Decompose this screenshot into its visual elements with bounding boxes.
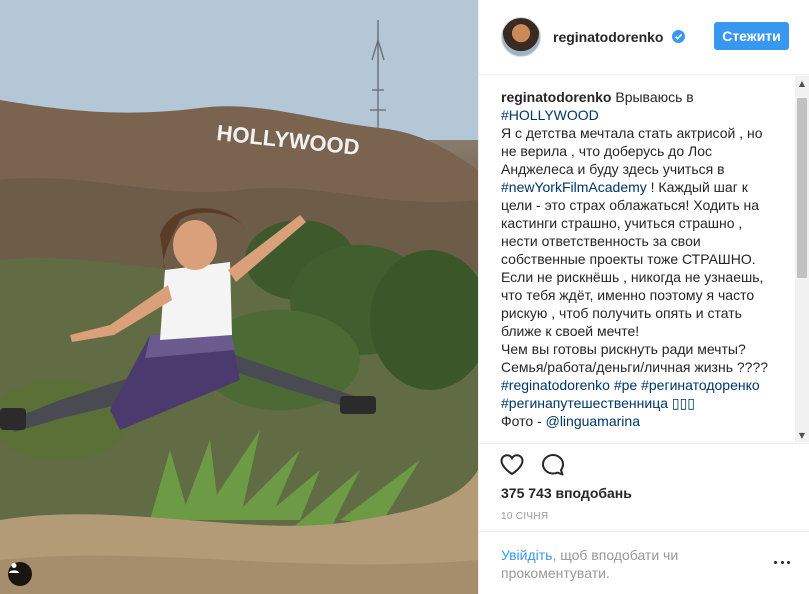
mention-link[interactable]: @linguamarina	[546, 413, 640, 429]
caption-line: Фото -	[501, 413, 542, 429]
caption-line: Семья/работа/деньги/личная жизнь ????	[501, 359, 769, 375]
caption-scrollbar[interactable]: ▲ ▼	[795, 76, 809, 442]
login-link[interactable]: Увійдіть	[501, 547, 552, 563]
caption-line: ближе к своей мечте!	[501, 323, 640, 339]
login-prompt-text: Увійдіть, щоб вподобати чи прокоментуват…	[501, 546, 731, 582]
hashtag-link[interactable]: #HOLLYWOOD	[501, 107, 599, 123]
avatar[interactable]	[501, 17, 541, 57]
caption-line: Анджелеса и буду здесь учиться в	[501, 161, 725, 177]
hashtag-link[interactable]: #reginatodorenko #ре #регинатодоренко	[501, 377, 760, 393]
post-caption: reginatodorenko Врываюсь в #HOLLYWOOD Я …	[501, 88, 791, 430]
heart-icon[interactable]	[499, 452, 525, 478]
user-icon	[9, 563, 19, 573]
hashtag-link[interactable]: #регинапутешественница ▯▯▯	[501, 395, 695, 411]
caption-line: что тебя ждёт, именно поэтому я часто	[501, 287, 755, 303]
caption-line: кастинги страшно, учиться страшно ,	[501, 215, 743, 231]
login-prompt-line: , щоб вподобати чи	[552, 547, 679, 563]
post-actions	[479, 443, 809, 481]
verified-badge-icon	[672, 30, 686, 43]
post-side-panel: reginatodorenko Стежити reginatodorenko …	[478, 0, 809, 594]
follow-button[interactable]: Стежити	[714, 22, 789, 50]
more-options-icon[interactable]	[774, 559, 790, 565]
caption-line: ! Каждый шаг к	[650, 179, 748, 195]
caption-line: Чем вы готовы рискнуть ради мечты?	[501, 341, 746, 357]
author-username-text[interactable]: reginatodorenko	[553, 29, 663, 45]
comment-icon[interactable]	[540, 452, 566, 478]
photo-scene: HOLLYWOOD	[0, 0, 478, 594]
author-username[interactable]: reginatodorenko	[553, 29, 686, 45]
login-prompt-line: прокоментувати.	[501, 565, 610, 581]
caption-line: Я с детства мечтала стать актрисой , но	[501, 125, 763, 141]
caption-line: нести ответственность за свои	[501, 233, 701, 249]
caption-username[interactable]: reginatodorenko	[501, 89, 611, 105]
caption-line: Если не рискнёшь , никогда не узнаешь,	[501, 269, 764, 285]
likes-count[interactable]: 375 743 вподобань	[501, 485, 632, 501]
post-photo[interactable]: HOLLYWOOD	[0, 0, 478, 594]
scroll-up-arrow-icon[interactable]: ▲	[795, 76, 809, 90]
scroll-down-arrow-icon[interactable]: ▼	[795, 428, 809, 442]
scrollbar-thumb[interactable]	[797, 98, 807, 278]
caption-line: собственные проекты тоже СТРАШНО.	[501, 251, 756, 267]
caption-scroll-area: reginatodorenko Врываюсь в #HOLLYWOOD Я …	[479, 76, 809, 442]
post-date[interactable]: 10 січня	[501, 511, 548, 522]
user-tag-button[interactable]	[8, 562, 32, 586]
caption-line: цели - это страх облажаться! Ходить на	[501, 197, 760, 213]
caption-line: рискую , чтоб получить опять и стать	[501, 305, 742, 321]
caption-line: не верила , что доберусь до Лос	[501, 143, 713, 159]
caption-line: Врываюсь в	[615, 89, 694, 105]
login-prompt: Увійдіть, щоб вподобати чи прокоментуват…	[479, 531, 809, 594]
post-header: reginatodorenko Стежити	[479, 0, 809, 75]
hashtag-link[interactable]: #newYorkFilmAcademy	[501, 179, 647, 195]
